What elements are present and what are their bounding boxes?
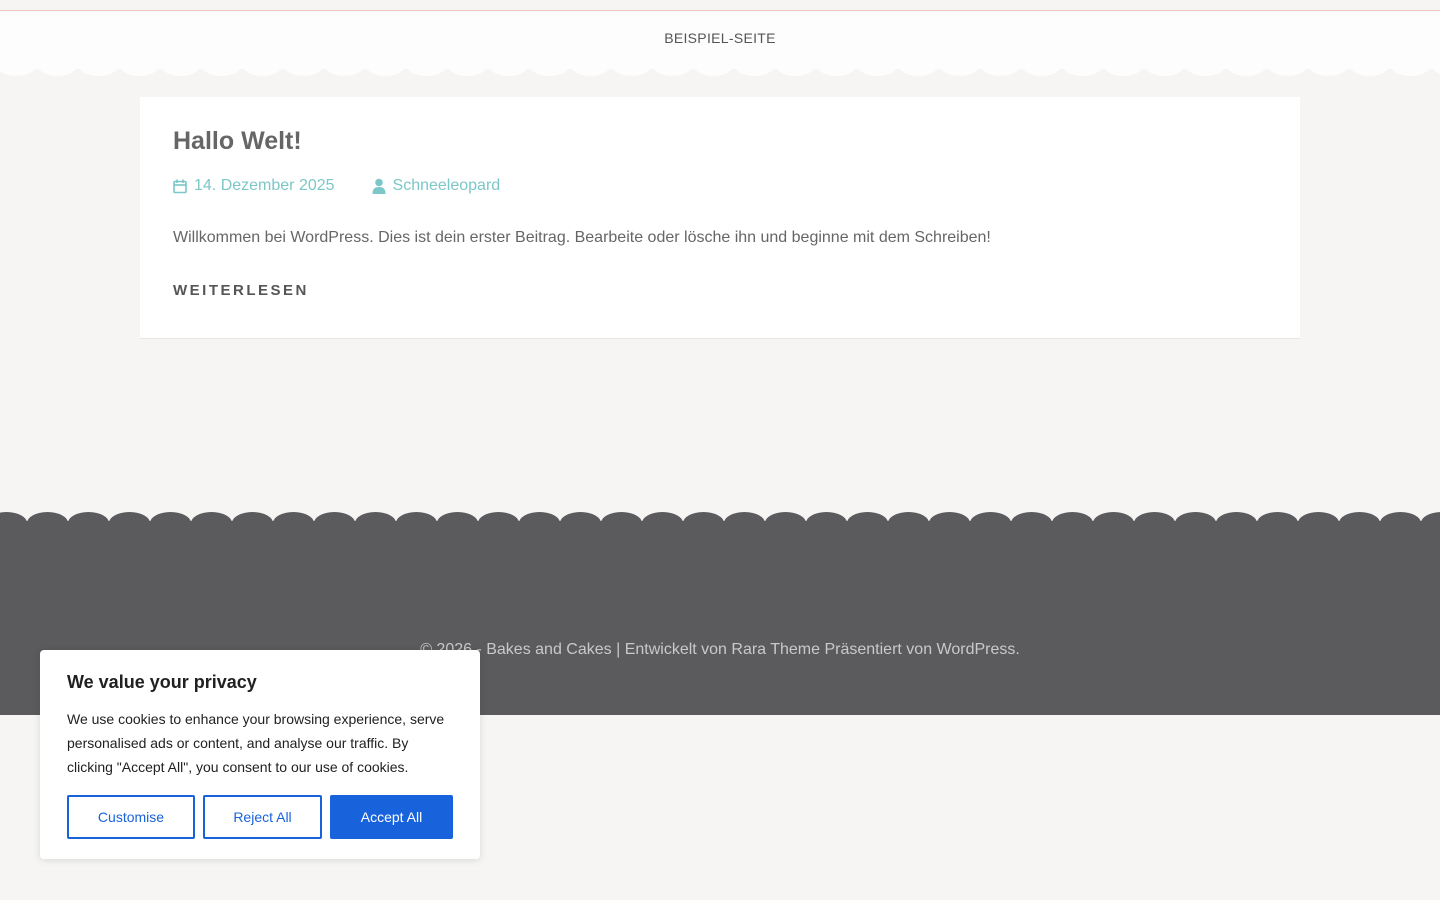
post-card: Hallo Welt! 14. Dezember 2025 Schneeleop… <box>140 97 1300 339</box>
post-meta: 14. Dezember 2025 Schneeleopard <box>173 177 500 195</box>
reject-all-button[interactable]: Reject All <box>203 795 322 839</box>
accept-all-button[interactable]: Accept All <box>330 795 453 839</box>
cookie-title: We value your privacy <box>67 672 257 692</box>
post-date[interactable]: 14. Dezember 2025 <box>173 177 372 195</box>
nav-item-beispiel-seite[interactable]: Beispiel-Seite <box>0 30 1440 46</box>
post-title[interactable]: Hallo Welt! <box>173 127 302 156</box>
cookie-consent-banner: We value your privacy We use cookies to … <box>40 650 480 859</box>
post-excerpt: Willkommen bei WordPress. Dies ist dein … <box>173 229 991 246</box>
header-scallop-edge <box>0 62 1440 76</box>
post-author-text: Schneeleopard <box>392 177 501 194</box>
read-more-link[interactable]: Weiterlesen <box>173 282 309 299</box>
site-header: Beispiel-Seite <box>0 11 1440 69</box>
post-author[interactable]: Schneeleopard <box>372 177 501 195</box>
cookie-description: We use cookies to enhance your browsing … <box>67 711 445 775</box>
post-date-text: 14. Dezember 2025 <box>194 177 335 194</box>
user-icon <box>372 178 386 194</box>
customise-button[interactable]: Customise <box>67 795 195 839</box>
calendar-icon <box>173 179 187 193</box>
